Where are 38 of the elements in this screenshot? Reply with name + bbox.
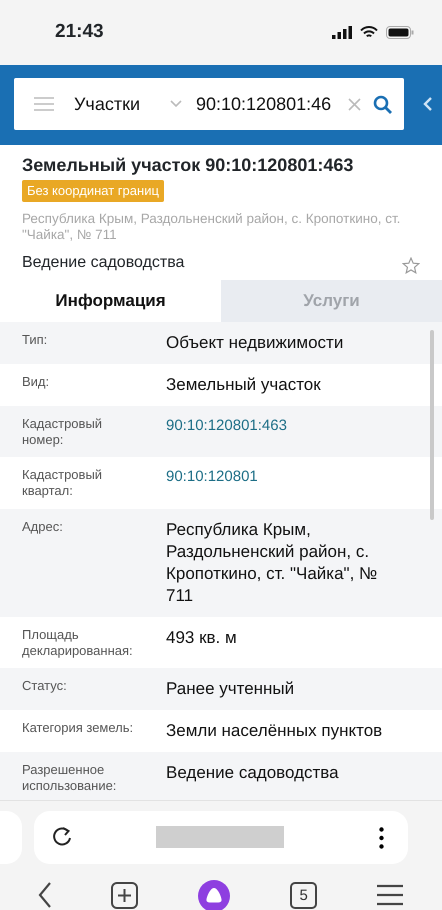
object-address: Республика Крым, Раздольненский район, с. Кропоткино, ст. "Чайка", № 711 (22, 211, 402, 242)
field-value: Республика Крым, Раздольненский район, с. Кропоткино, ст. "Чайка", № 711 (166, 518, 378, 607)
tab-count[interactable]: 5 (290, 882, 318, 908)
field-value: Объект недвижимости (166, 332, 344, 354)
signal-icon (332, 26, 352, 39)
field-label: Площадь декларированная: (22, 626, 134, 658)
category-select[interactable]: Участки (74, 90, 170, 118)
field-value: 493 кв. м (166, 626, 238, 649)
battery-icon (386, 26, 414, 39)
collapse-icon[interactable] (423, 97, 432, 111)
star-icon[interactable] (402, 257, 420, 274)
field-label: Статус: (22, 678, 68, 694)
wifi-icon (360, 26, 378, 39)
new-tab-icon[interactable] (110, 882, 138, 908)
field-label: Кадастровый номер: (22, 416, 104, 448)
back-icon[interactable] (38, 882, 52, 908)
field-label: Вид: (22, 374, 50, 390)
field-label: Адрес: (22, 518, 64, 534)
value-link[interactable]: 90:10:120801 (166, 467, 406, 487)
field-label: Тип: (22, 332, 48, 348)
status-time: 21:43 (55, 20, 104, 44)
search-icon[interactable] (373, 94, 392, 114)
field-label: Кадастровый квартал: (22, 467, 104, 499)
value-link[interactable]: 90:10:120801:463 (166, 416, 406, 436)
field-value: Земельный участок (166, 374, 322, 396)
more-icon[interactable] (379, 827, 384, 849)
field-value: Ранее учтенный (166, 678, 296, 700)
field-value: Земли населённых пунктов (166, 720, 384, 742)
object-title: Земельный участок 90:10:120801:463 (22, 154, 354, 177)
object-usage: Ведение садоводства (22, 253, 184, 274)
menu-icon[interactable] (376, 884, 404, 906)
search-field[interactable]: 90:10:120801:46 (196, 90, 344, 118)
assistant-icon[interactable] (196, 879, 231, 910)
reload-icon[interactable] (52, 827, 72, 848)
field-label: Категория земель: (22, 720, 134, 736)
field-value: Ведение садоводства (166, 762, 340, 784)
field-label: Разрешенное использование: (22, 762, 118, 794)
status-badge: Без координат границ (22, 180, 164, 202)
